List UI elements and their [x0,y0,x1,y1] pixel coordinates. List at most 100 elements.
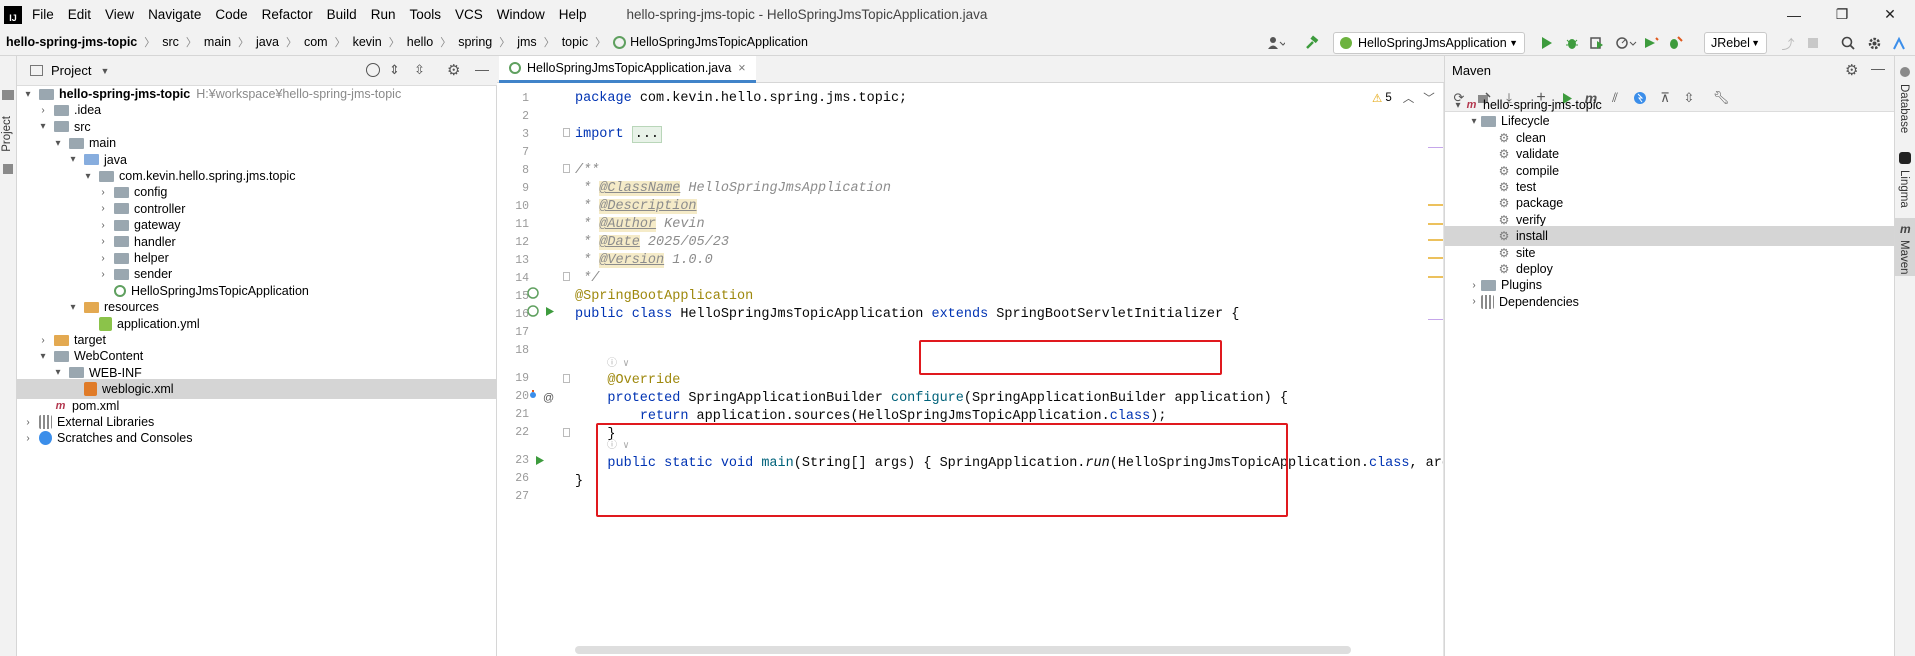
expand-arrow-icon[interactable]: ▾ [51,138,65,149]
menu-code[interactable]: Code [215,7,247,22]
breadcrumb-main[interactable]: main [204,35,231,49]
breadcrumb-src[interactable]: src [162,35,179,49]
override-icon[interactable] [527,389,539,404]
menu-navigate[interactable]: Navigate [148,7,201,22]
jrebel-select[interactable]: JRebel ▼ [1704,32,1767,54]
breadcrumb-topic[interactable]: topic [562,35,588,49]
expand-arrow-icon[interactable]: ▾ [66,302,80,313]
profile-icon[interactable] [1612,33,1640,53]
code-line[interactable]: import ... [575,124,663,146]
menu-help[interactable]: Help [559,7,587,22]
expand-arrow-icon[interactable]: ▾ [36,351,50,362]
expand-arrow-icon[interactable]: › [96,220,110,231]
project-panel-title[interactable]: Project [51,63,91,78]
stop-icon[interactable] [1803,33,1823,53]
menu-file[interactable]: File [32,7,54,22]
horizontal-scrollbar[interactable] [575,646,1351,654]
folded-imports[interactable]: ... [631,126,663,143]
hide-panel-icon[interactable]: — [1871,60,1885,76]
hammer-icon[interactable] [1302,33,1322,53]
breadcrumb-java[interactable]: java [256,35,279,49]
spring-bean-icon[interactable] [527,287,539,302]
expand-arrow-icon[interactable]: › [36,105,50,116]
hide-panel-icon[interactable]: — [475,61,489,77]
run-gutter-icon[interactable] [545,305,555,320]
debug-icon[interactable] [1562,33,1582,53]
breadcrumb-project[interactable]: hello-spring-jms-topic [6,35,137,49]
code-line[interactable]: package com.kevin.hello.spring.jms.topic… [575,88,907,110]
settings-icon[interactable] [1864,33,1884,53]
project-tool-tab[interactable]: Project [1,116,13,152]
expand-arrow-icon[interactable]: ▾ [36,121,50,132]
menu-build[interactable]: Build [327,7,357,22]
run-coverage-icon[interactable] [1587,33,1607,53]
run-gutter-icon[interactable] [535,454,545,469]
expand-arrow-icon[interactable]: ▾ [51,367,65,378]
structure-icon[interactable] [3,164,13,174]
maven-tree-item[interactable]: › Dependencies [1445,292,1895,312]
run-icon[interactable] [1537,33,1557,53]
expand-arrow-icon[interactable]: ▾ [81,171,95,182]
breadcrumb-spring[interactable]: spring [458,35,492,49]
menu-run[interactable]: Run [371,7,396,22]
at-sign-icon[interactable]: @ [543,389,554,404]
menu-vcs[interactable]: VCS [455,7,483,22]
close-window-button[interactable]: ✕ [1867,0,1913,29]
expand-arrow-icon[interactable]: › [21,417,35,428]
warnings-indicator[interactable]: ⚠ 5 ︿ ﹀ [1372,90,1435,106]
spring-bean-icon[interactable] [527,305,539,320]
update-icon[interactable]: ⤴ [1778,33,1798,53]
collapse-all-icon[interactable]: ⇳ [414,62,425,78]
expand-arrow-icon[interactable]: ▾ [1467,116,1481,127]
expand-arrow-icon[interactable]: ▾ [66,154,80,165]
gear-icon[interactable]: ⚙ [447,61,460,79]
code-line[interactable]: } [575,471,583,493]
expand-arrow-icon[interactable]: › [96,236,110,247]
maven-tool-tab[interactable]: Maven [1898,240,1910,275]
fold-marker-icon[interactable] [563,428,570,437]
lingma-tool-tab[interactable]: Lingma [1898,170,1910,208]
breadcrumb-jms[interactable]: jms [517,35,536,49]
gear-icon[interactable]: ⚙ [1845,61,1858,79]
expand-arrow-icon[interactable]: › [1467,280,1481,291]
expand-arrow-icon[interactable]: › [96,269,110,280]
expand-arrow-icon[interactable]: › [96,187,110,198]
database-tool-tab[interactable]: Database [1898,84,1910,133]
menu-window[interactable]: Window [497,7,545,22]
fold-marker-icon[interactable] [563,272,570,281]
chevron-down-icon[interactable]: ▼ [100,66,109,76]
fold-marker-icon[interactable] [563,164,570,173]
minimize-button[interactable]: — [1771,0,1817,29]
expand-all-icon[interactable]: ⇕ [389,62,400,78]
menu-view[interactable]: View [105,7,134,22]
fold-marker-icon[interactable] [563,374,570,383]
breadcrumb-kevin[interactable]: kevin [353,35,382,49]
fold-marker-icon[interactable] [563,128,570,137]
tree-item[interactable]: › Scratches and Consoles [17,428,497,448]
chevron-down-icon[interactable]: ﹀ [1423,90,1435,106]
expand-arrow-icon[interactable]: › [1467,296,1481,307]
breadcrumb-class[interactable]: HelloSpringJmsTopicApplication [630,35,808,49]
expand-arrow-icon[interactable]: › [21,433,35,444]
expand-arrow-icon[interactable]: › [36,335,50,346]
menu-refactor[interactable]: Refactor [262,7,313,22]
locate-icon[interactable] [366,63,380,77]
assistant-icon[interactable] [1889,33,1909,53]
user-icon[interactable] [1262,33,1290,53]
menu-edit[interactable]: Edit [68,7,91,22]
chevron-up-icon[interactable]: ︿ [1403,90,1415,106]
breadcrumb-hello[interactable]: hello [407,35,433,49]
code-line[interactable]: public class HelloSpringJmsTopicApplicat… [575,304,1239,326]
expand-arrow-icon[interactable]: ▾ [1451,100,1465,111]
menu-tools[interactable]: Tools [409,7,441,22]
run-configuration-select[interactable]: HelloSpringJmsApplication ▼ [1333,32,1525,54]
expand-arrow-icon[interactable]: › [96,203,110,214]
jrebel-debug-icon[interactable] [1665,33,1685,53]
tab-hello-spring-jms-topic-application[interactable]: HelloSpringJmsTopicApplication.java × [499,56,756,83]
search-icon[interactable] [1838,33,1858,53]
jrebel-run-icon[interactable] [1641,33,1661,53]
inlay-hint[interactable]: ⓘ ∨ [607,354,629,376]
expand-arrow-icon[interactable]: ▾ [21,89,35,100]
expand-arrow-icon[interactable]: › [96,253,110,264]
breadcrumb-com[interactable]: com [304,35,328,49]
